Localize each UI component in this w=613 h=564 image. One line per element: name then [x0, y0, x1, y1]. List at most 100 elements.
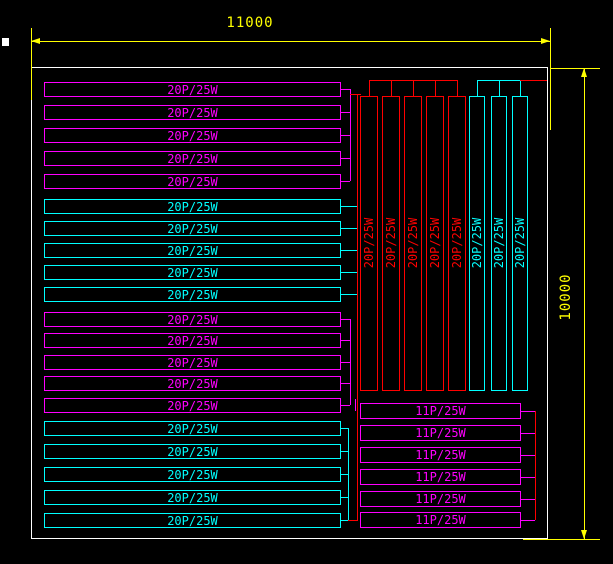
fixture-bar: 20P/25W — [44, 467, 341, 482]
bar-label: 20P/25W — [167, 130, 218, 142]
wire-stub — [340, 362, 350, 363]
bar-label-vertical: 20P/25W — [384, 213, 398, 273]
wire-chain — [350, 89, 351, 181]
fixture-bar: 20P/25W — [44, 199, 341, 214]
bar-label: 20P/25W — [514, 218, 526, 269]
bar-label: 20P/25W — [167, 314, 218, 326]
plot-mark — [2, 38, 9, 46]
fixture-bar: 20P/25W — [44, 151, 341, 166]
wire-stub — [521, 520, 535, 521]
wire-stub — [340, 405, 350, 406]
bar-label: 11P/25W — [415, 514, 466, 526]
arrowhead-left-icon — [31, 38, 40, 44]
fixture-bar: 20P/25W — [44, 105, 341, 120]
wire-stub — [521, 477, 535, 478]
bar-label-vertical: 20P/25W — [428, 213, 442, 273]
wire-stub — [340, 250, 357, 251]
arrowhead-down-icon — [581, 530, 587, 539]
dimension-extension-line — [523, 539, 600, 540]
wire-stub — [340, 294, 357, 295]
fixture-bar: 20P/25W — [44, 243, 341, 258]
fixture-bar: 11P/25W — [360, 469, 521, 485]
wire-stub — [340, 383, 350, 384]
wire-chain — [350, 319, 351, 405]
bar-label: 20P/25W — [167, 176, 218, 188]
fixture-bar: 11P/25W — [360, 425, 521, 441]
wire-homerun — [520, 80, 547, 81]
fixture-bar: 20P/25W — [44, 421, 341, 436]
wire-link — [355, 399, 356, 411]
bar-label: 20P/25W — [167, 201, 218, 213]
bar-label: 20P/25W — [167, 223, 218, 235]
fixture-bar: 11P/25W — [360, 447, 521, 463]
wire-stub — [340, 181, 350, 182]
wire-stub — [340, 206, 357, 207]
fixture-bar: 20P/25W — [44, 398, 341, 413]
wire-stub — [340, 228, 357, 229]
wire-stub — [521, 499, 535, 500]
wire-link — [350, 94, 361, 95]
fixture-bar: 20P/25W — [44, 355, 341, 370]
dimension-line-top — [31, 41, 550, 42]
bar-label: 20P/25W — [167, 515, 218, 527]
wire-stub — [340, 135, 350, 136]
wire-link — [348, 520, 357, 521]
comb-stub — [499, 80, 500, 96]
wire-stub — [340, 451, 348, 452]
wire-chain — [348, 428, 349, 520]
wire-stub — [521, 433, 535, 434]
dimension-line-right — [584, 68, 585, 539]
wire-stub — [521, 411, 535, 412]
bar-label: 20P/25W — [167, 423, 218, 435]
bar-label: 20P/25W — [167, 357, 218, 369]
bar-label: 20P/25W — [167, 153, 218, 165]
wire-stub — [340, 158, 350, 159]
bar-label-vertical: 20P/25W — [406, 213, 420, 273]
bar-label: 20P/25W — [429, 218, 441, 269]
bar-label: 20P/25W — [167, 84, 218, 96]
bar-label: 20P/25W — [471, 218, 483, 269]
fixture-bar: 11P/25W — [360, 403, 521, 419]
bar-label-vertical: 20P/25W — [450, 213, 464, 273]
bar-label: 20P/25W — [167, 469, 218, 481]
fixture-bar: 20P/25W — [44, 128, 341, 143]
bar-label: 20P/25W — [167, 245, 218, 257]
fixture-bar: 20P/25W — [44, 376, 341, 391]
bar-label: 20P/25W — [167, 107, 218, 119]
bar-label: 20P/25W — [167, 335, 218, 347]
bar-label: 11P/25W — [415, 493, 466, 505]
bar-label: 20P/25W — [167, 400, 218, 412]
comb-line — [477, 80, 520, 81]
bar-label: 20P/25W — [167, 492, 218, 504]
wire-stub — [340, 474, 348, 475]
bar-label: 20P/25W — [363, 218, 375, 269]
wire-stub — [340, 89, 350, 90]
cad-canvas[interactable]: 11000 10000 20P/25W20P/25W20P/25W20P/25W… — [0, 0, 613, 564]
bar-label: 20P/25W — [407, 218, 419, 269]
bar-label: 20P/25W — [167, 378, 218, 390]
fixture-bar: 20P/25W — [44, 513, 341, 528]
bar-label: 20P/25W — [493, 218, 505, 269]
bar-label: 20P/25W — [167, 267, 218, 279]
wire-stub — [340, 272, 357, 273]
fixture-bar: 11P/25W — [360, 491, 521, 507]
comb-stub — [520, 80, 521, 96]
arrowhead-up-icon — [581, 68, 587, 77]
wire-stub — [340, 520, 348, 521]
bar-label: 20P/25W — [451, 218, 463, 269]
bar-label: 20P/25W — [167, 289, 218, 301]
comb-stub — [369, 80, 370, 96]
wire-chain — [535, 411, 536, 520]
comb-stub — [457, 80, 458, 96]
bar-label: 11P/25W — [415, 405, 466, 417]
comb-stub — [477, 80, 478, 96]
bar-label: 11P/25W — [415, 471, 466, 483]
fixture-bar: 20P/25W — [44, 221, 341, 236]
bar-label: 20P/25W — [167, 446, 218, 458]
bar-label: 20P/25W — [385, 218, 397, 269]
bar-label: 11P/25W — [415, 449, 466, 461]
dimension-width-label: 11000 — [224, 15, 276, 31]
wire-stub — [340, 497, 348, 498]
comb-stub — [413, 80, 414, 96]
fixture-bar: 20P/25W — [44, 444, 341, 459]
